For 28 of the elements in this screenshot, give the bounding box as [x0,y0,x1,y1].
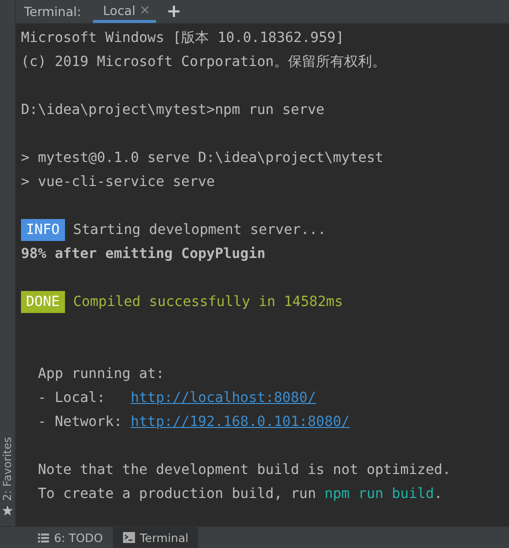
terminal-text: Starting development server... [72,221,326,240]
terminal-text: D:\idea\project\mytest>npm run serve [21,101,324,120]
star-icon [2,505,13,516]
panel-title: Terminal: [23,4,82,19]
terminal-text: App running at: [36,365,164,384]
terminal-text: (c) 2019 Microsoft Corporation。保留所有权利。 [21,53,386,72]
close-icon[interactable]: × [139,2,150,18]
url-link[interactable]: http://192.168.0.101:8080/ [130,410,350,434]
list-icon [38,532,49,542]
status-badge: INFO [21,219,65,241]
add-button[interactable]: + [156,1,192,22]
terminal-text: Note that the development build is not optimized. [36,461,451,480]
terminal-text: - Network: [36,413,124,432]
terminal-text: 98% after emitting CopyPlugin [21,245,266,264]
success-message: Compiled successfully in 14582ms [72,293,343,312]
terminal-text: Microsoft Windows [版本 10.0.18362.959] [21,29,344,48]
tool-window-tab[interactable]: Terminal [112,527,198,548]
terminal-text: . [434,485,442,504]
status-badge: DONE [21,291,65,313]
command-text: npm run build [324,485,434,504]
terminal-icon [122,532,135,543]
favorites-tab[interactable]: 2: Favorites [1,437,14,516]
terminal-text: To create a production build, run [36,485,318,504]
terminal-text: - Local: [36,389,106,408]
tool-window-tab[interactable]: 6: TODO [28,527,113,548]
terminal-text: > mytest@0.1.0 serve D:\idea\project\mytest [21,149,384,168]
url-link[interactable]: http://localhost:8080/ [130,386,316,410]
terminal-text: > vue-cli-service serve [21,173,215,192]
